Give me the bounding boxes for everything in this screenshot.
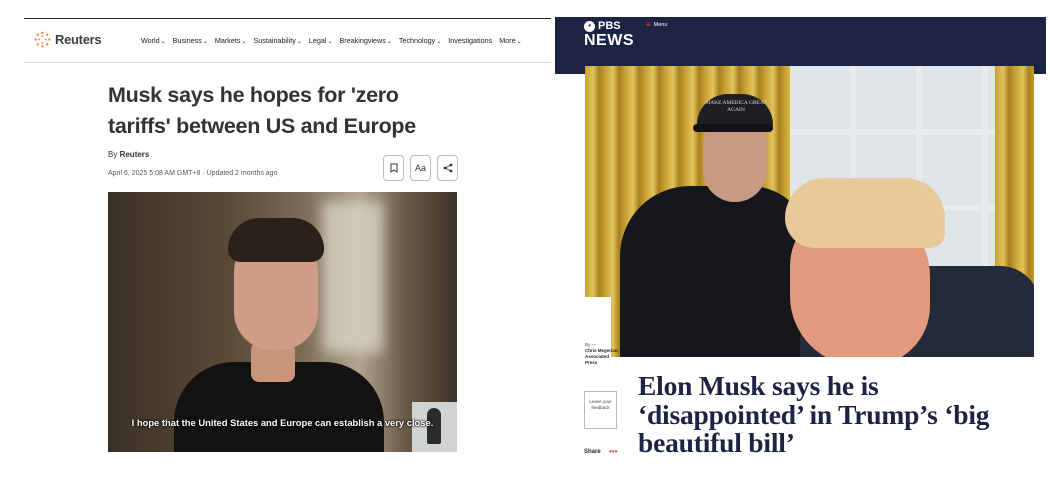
nav-item-investigations[interactable]: Investigations xyxy=(448,36,492,45)
reuters-nav: World⌄ Business⌄ Markets⌄ Sustainability⌄ Le… xyxy=(141,36,529,45)
pbs-brand-top: PBS xyxy=(598,20,621,32)
article-video[interactable]: I hope that the United States and Europe… xyxy=(108,192,457,452)
hamburger-icon: ≡ xyxy=(646,20,651,29)
article-byline: By — Chris Megerian, Associated Press xyxy=(585,342,621,366)
nav-item-markets[interactable]: Markets⌄ xyxy=(215,36,247,45)
article-headline: Elon Musk says he is ‘disappointed’ in T… xyxy=(638,370,990,458)
chevron-down-icon: ⌄ xyxy=(386,39,392,45)
menu-label: Menu xyxy=(653,22,668,28)
reuters-article-panel: Reuters World⌄ Business⌄ Markets⌄ Sustainab… xyxy=(24,18,551,458)
trump-hair xyxy=(785,178,945,248)
byline-label: By — xyxy=(585,342,597,347)
pbs-article-panel: ◕ PBS NEWS ≡ Menu MAKE AMERICA GREAT AGA… xyxy=(555,17,1046,459)
cap-slogan: MAKE AMERICA GREAT AGAIN xyxy=(705,100,767,113)
font-size-button[interactable]: Aa xyxy=(410,155,431,181)
musk-figure xyxy=(620,186,810,357)
nav-item-business[interactable]: Business⌄ xyxy=(173,36,208,45)
reuters-logo[interactable]: Reuters xyxy=(34,31,102,48)
byline-author-link[interactable]: Reuters xyxy=(120,150,150,159)
share-button[interactable] xyxy=(437,155,458,181)
nav-item-world[interactable]: World⌄ xyxy=(141,36,166,45)
byline-prefix: By xyxy=(108,150,118,159)
reuters-logo-icon xyxy=(34,31,51,48)
nav-item-more[interactable]: More⌄ xyxy=(499,36,521,45)
nav-item-label: Investigations xyxy=(448,36,493,45)
share-icon xyxy=(443,163,452,173)
reuters-brand-text: Reuters xyxy=(55,32,102,47)
nav-item-label: Markets xyxy=(214,36,241,45)
nav-item-legal[interactable]: Legal⌄ xyxy=(309,36,333,45)
chevron-down-icon: ⌄ xyxy=(436,39,442,45)
nav-item-label: Breakingviews xyxy=(339,36,386,45)
article-date: April 6, 2025 5:08 AM GMT+8 · Updated 2 … xyxy=(108,170,278,177)
nav-item-breakingviews[interactable]: Breakingviews⌄ xyxy=(339,36,391,45)
nav-item-label: World xyxy=(141,36,160,45)
reuters-navbar: Reuters World⌄ Business⌄ Markets⌄ Sustainab… xyxy=(24,19,551,63)
nav-item-label: Business xyxy=(172,36,202,45)
font-size-label: Aa xyxy=(414,163,426,173)
speaker-hair xyxy=(228,218,324,262)
chevron-down-icon: ⌄ xyxy=(516,39,522,45)
cap-brim xyxy=(693,124,773,132)
video-subtitle: I hope that the United States and Europe… xyxy=(131,417,434,428)
chevron-down-icon: ⌄ xyxy=(202,39,208,45)
article-headline: Musk says he hopes for 'zero tariffs' be… xyxy=(108,83,416,138)
nav-item-label: Sustainability xyxy=(253,36,296,45)
chevron-down-icon: ⌄ xyxy=(160,39,166,45)
nav-item-label: Technology xyxy=(398,36,436,45)
feedback-button[interactable]: Leave your feedback xyxy=(584,391,617,429)
nav-item-technology[interactable]: Technology⌄ xyxy=(399,36,441,45)
pbs-brand-bottom: NEWS xyxy=(584,32,634,49)
article-byline: By Reuters xyxy=(108,150,149,159)
pbs-head-icon: ◕ xyxy=(584,20,595,32)
more-options-icon[interactable]: ••• xyxy=(609,447,617,456)
chevron-down-icon: ⌄ xyxy=(241,39,247,45)
chevron-down-icon: ⌄ xyxy=(296,39,302,45)
bookmark-icon xyxy=(390,163,397,173)
article-photo: MAKE AMERICA GREAT AGAIN xyxy=(585,66,1034,357)
menu-button[interactable]: ≡ Menu xyxy=(646,21,667,29)
byline-author[interactable]: Chris Megerian, Associated Press xyxy=(585,348,619,365)
pbs-news-logo[interactable]: ◕ PBS NEWS xyxy=(584,20,634,49)
chevron-down-icon: ⌄ xyxy=(327,39,333,45)
nav-item-sustainability[interactable]: Sustainability⌄ xyxy=(253,36,301,45)
share-button[interactable]: Share xyxy=(584,449,601,455)
nav-item-label: More xyxy=(499,36,516,45)
nav-item-label: Legal xyxy=(308,36,327,45)
bookmark-button[interactable] xyxy=(383,155,404,181)
video-window-light xyxy=(323,202,383,352)
